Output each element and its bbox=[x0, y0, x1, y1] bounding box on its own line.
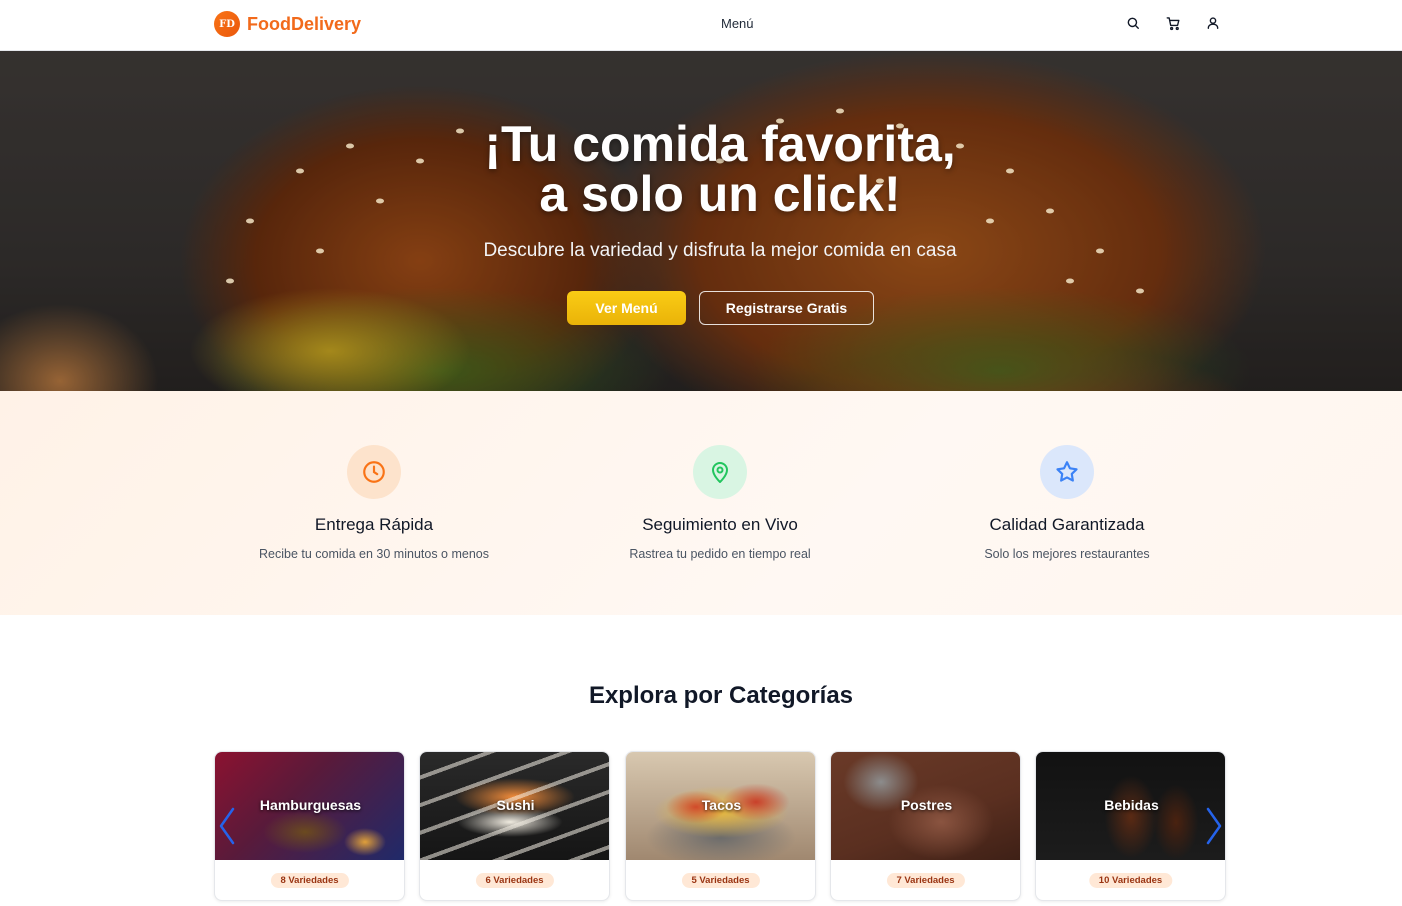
category-count-badge: 6 Variedades bbox=[475, 873, 554, 888]
hero-title: ¡Tu comida favorita, a solo un click! bbox=[0, 119, 1402, 219]
logo-text: FoodDelivery bbox=[247, 13, 362, 34]
top-navbar: FD FoodDelivery Menú bbox=[0, 0, 1402, 51]
carousel-next-button[interactable] bbox=[1202, 804, 1226, 848]
star-icon bbox=[1040, 445, 1094, 499]
features-section: Entrega Rápida Recibe tu comida en 30 mi… bbox=[0, 391, 1402, 615]
categories-title: Explora por Categorías bbox=[588, 682, 854, 709]
hero-banner: ¡Tu comida favorita, a solo un click! De… bbox=[0, 51, 1402, 391]
register-free-button[interactable]: Registrarse Gratis bbox=[699, 291, 874, 325]
feature-title: Seguimiento en Vivo bbox=[642, 515, 798, 534]
feature-quality: Calidad Garantizada Solo los mejores res… bbox=[917, 445, 1217, 561]
search-icon[interactable] bbox=[1124, 14, 1142, 32]
clock-icon bbox=[347, 445, 401, 499]
logo[interactable]: FD FoodDelivery bbox=[214, 11, 361, 37]
feature-live-tracking: Seguimiento en Vivo Rastrea tu pedido en… bbox=[570, 445, 870, 561]
category-name: Postres bbox=[900, 797, 953, 813]
category-card-postres[interactable]: Postres 7 Variedades bbox=[830, 751, 1021, 901]
feature-description: Recibe tu comida en 30 minutos o menos bbox=[259, 547, 489, 561]
feature-fast-delivery: Entrega Rápida Recibe tu comida en 30 mi… bbox=[224, 445, 524, 561]
nav-link-menu[interactable]: Menú bbox=[721, 16, 754, 31]
carousel-prev-button[interactable] bbox=[215, 804, 239, 848]
hero-content: ¡Tu comida favorita, a solo un click! De… bbox=[0, 51, 1402, 391]
feature-description: Rastrea tu pedido en tiempo real bbox=[629, 547, 811, 561]
feature-title: Calidad Garantizada bbox=[989, 515, 1145, 534]
category-name: Bebidas bbox=[1104, 797, 1159, 813]
view-menu-button[interactable]: Ver Menú bbox=[567, 291, 686, 325]
feature-description: Solo los mejores restaurantes bbox=[984, 547, 1150, 561]
category-card-sushi[interactable]: Sushi 6 Variedades bbox=[419, 751, 610, 901]
category-card-tacos[interactable]: Tacos 5 Variedades bbox=[625, 751, 816, 901]
category-card-bebidas[interactable]: Bebidas 10 Variedades bbox=[1035, 751, 1226, 901]
category-count-badge: 5 Variedades bbox=[681, 873, 760, 888]
logo-badge: FD bbox=[214, 11, 240, 37]
category-name: Hamburguesas bbox=[259, 797, 362, 813]
hero-subtitle: Descubre la variedad y disfruta la mejor… bbox=[483, 240, 957, 261]
chevron-right-icon bbox=[1206, 807, 1222, 845]
category-card-hamburguesas[interactable]: Hamburguesas 8 Variedades bbox=[214, 751, 405, 901]
chevron-left-icon bbox=[219, 807, 235, 845]
hero-title-line-1: ¡Tu comida favorita, bbox=[484, 116, 956, 172]
categories-carousel: Hamburguesas 8 Variedades Sushi 6 Varied… bbox=[214, 751, 1227, 906]
cart-icon[interactable] bbox=[1164, 14, 1182, 32]
header-actions bbox=[1124, 14, 1222, 32]
feature-title: Entrega Rápida bbox=[314, 515, 434, 534]
user-icon[interactable] bbox=[1204, 14, 1222, 32]
category-count-badge: 10 Variedades bbox=[1088, 873, 1173, 888]
hero-title-line-2: a solo un click! bbox=[539, 166, 901, 222]
category-count-badge: 8 Variedades bbox=[270, 873, 349, 888]
category-name: Tacos bbox=[701, 797, 742, 813]
category-count-badge: 7 Variedades bbox=[886, 873, 965, 888]
map-pin-icon bbox=[693, 445, 747, 499]
category-name: Sushi bbox=[496, 797, 535, 813]
